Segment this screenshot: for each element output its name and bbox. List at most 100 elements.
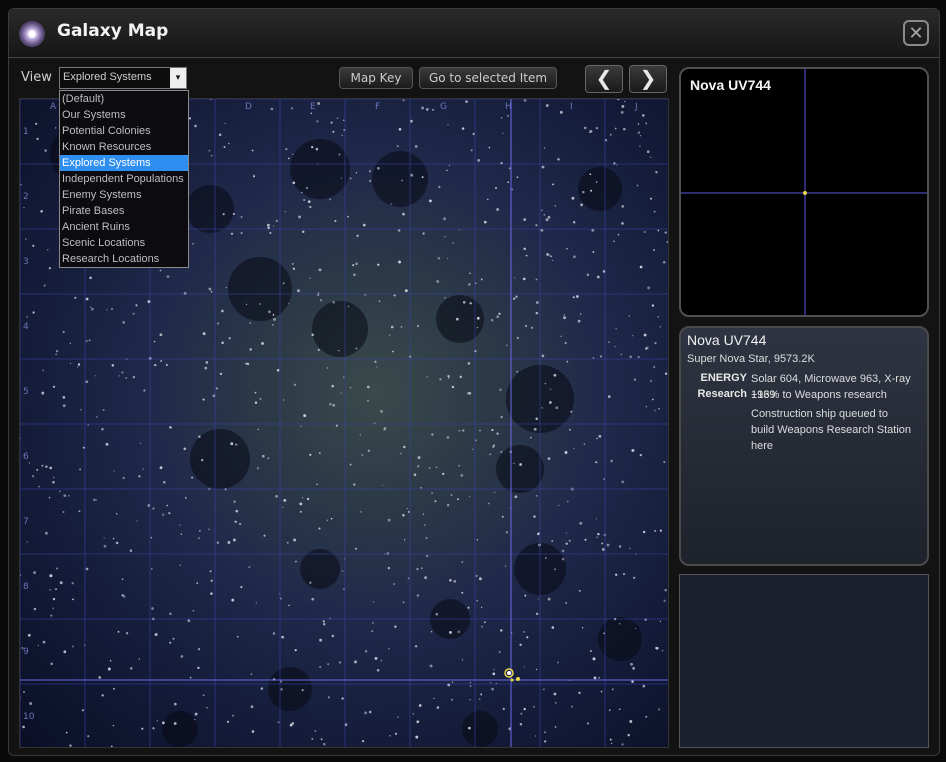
view-option[interactable]: Research Locations <box>60 251 188 267</box>
star <box>191 476 194 479</box>
star <box>633 576 636 579</box>
star <box>513 462 515 465</box>
star <box>533 427 537 431</box>
star <box>489 682 492 684</box>
star <box>381 484 384 486</box>
star <box>416 324 420 328</box>
star <box>143 389 146 392</box>
star <box>28 462 30 464</box>
dark-nebula <box>372 151 428 207</box>
star <box>523 247 526 251</box>
star <box>599 355 602 358</box>
star <box>301 497 304 499</box>
star <box>468 283 471 286</box>
star <box>280 687 283 691</box>
star <box>356 234 359 238</box>
star <box>476 326 479 329</box>
star <box>502 707 505 711</box>
star <box>251 730 255 733</box>
star <box>543 688 545 691</box>
star <box>138 658 141 660</box>
star <box>63 494 67 497</box>
star <box>266 223 270 227</box>
map-key-button[interactable]: Map Key <box>339 67 413 89</box>
dark-nebula <box>186 185 234 233</box>
view-option[interactable]: Known Resources <box>60 139 188 155</box>
view-option[interactable]: (Default) <box>60 91 188 107</box>
star <box>438 185 441 189</box>
view-option[interactable]: Enemy Systems <box>60 187 188 203</box>
star <box>627 733 630 737</box>
view-option[interactable]: Scenic Locations <box>60 235 188 251</box>
star <box>651 304 655 307</box>
star <box>200 458 204 462</box>
star <box>428 466 431 469</box>
star <box>436 706 440 709</box>
view-select[interactable]: Explored Systems ▾ <box>59 67 187 89</box>
next-button[interactable]: ❯ <box>629 65 667 93</box>
star <box>472 448 474 450</box>
star <box>547 597 551 601</box>
star <box>205 361 209 364</box>
go-to-selected-button[interactable]: Go to selected Item <box>419 67 557 89</box>
view-option[interactable]: Explored Systems <box>60 155 188 171</box>
star <box>617 233 620 236</box>
star <box>581 626 584 629</box>
star <box>101 428 104 431</box>
star <box>102 408 105 412</box>
star <box>657 708 661 711</box>
star <box>657 315 659 318</box>
star <box>125 376 128 379</box>
star <box>537 598 539 600</box>
star <box>204 366 208 370</box>
star <box>544 731 546 734</box>
star <box>491 428 494 432</box>
view-option[interactable]: Independent Populations <box>60 171 188 187</box>
star <box>458 429 461 432</box>
star <box>557 157 560 161</box>
star <box>429 664 433 668</box>
star <box>523 99 527 102</box>
star <box>393 583 395 585</box>
star <box>622 573 626 576</box>
star <box>400 326 403 328</box>
star <box>631 680 634 683</box>
star <box>225 286 227 289</box>
star <box>410 173 414 177</box>
star <box>317 102 321 105</box>
star <box>276 368 280 372</box>
star <box>249 348 253 351</box>
star <box>43 284 46 287</box>
close-button[interactable]: ✕ <box>903 20 929 46</box>
star <box>535 735 537 737</box>
star <box>554 205 556 207</box>
grid-column-label: A <box>50 102 57 112</box>
star <box>26 541 28 543</box>
star <box>615 328 617 330</box>
star <box>250 705 254 709</box>
grid-row-label: 2 <box>23 192 29 202</box>
star <box>477 159 481 162</box>
star <box>129 549 133 553</box>
grid-column-label: I <box>570 102 573 112</box>
previous-button[interactable]: ❮ <box>585 65 623 93</box>
star <box>549 255 552 258</box>
star <box>493 668 495 671</box>
star <box>166 504 169 507</box>
chevron-down-icon[interactable]: ▾ <box>170 68 186 88</box>
star <box>208 528 210 530</box>
star <box>378 300 381 302</box>
star <box>42 640 46 644</box>
star <box>571 196 575 200</box>
star <box>491 687 494 691</box>
star <box>480 693 483 696</box>
view-option[interactable]: Our Systems <box>60 107 188 123</box>
view-option[interactable]: Ancient Ruins <box>60 219 188 235</box>
view-option[interactable]: Potential Colonies <box>60 123 188 139</box>
star <box>301 191 303 194</box>
star <box>69 744 72 747</box>
star <box>467 362 471 365</box>
view-option[interactable]: Pirate Bases <box>60 203 188 219</box>
star <box>434 500 437 503</box>
star <box>292 181 296 185</box>
